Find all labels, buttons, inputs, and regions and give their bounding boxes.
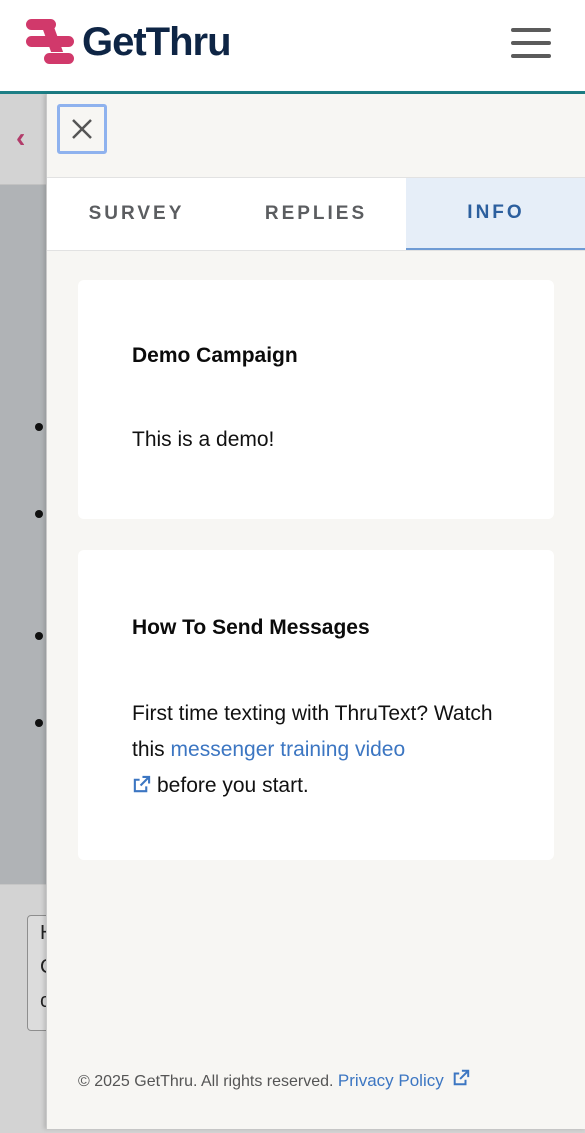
drawer-tabs: SURVEY REPLIES INFO [47,177,585,251]
list-bullet [35,719,43,727]
privacy-policy-link[interactable]: Privacy Policy [338,1071,444,1090]
getthru-logo[interactable]: GetThru [24,16,232,68]
info-drawer: SURVEY REPLIES INFO Demo Campaign This i… [46,94,585,1129]
card-title: How To Send Messages [132,616,370,639]
how-to-card: How To Send Messages First time texting … [78,550,554,860]
training-video-link[interactable]: messenger training video [171,738,406,761]
chevron-left-icon[interactable]: ‹ [16,124,25,152]
campaign-info-card: Demo Campaign This is a demo! [78,280,554,519]
app-header: GetThru [0,0,585,91]
card-title: Demo Campaign [132,344,298,367]
card-body: This is a demo! [132,428,275,451]
external-link-icon[interactable] [132,775,151,794]
getthru-logo-icon [26,19,74,64]
list-bullet [35,510,43,518]
hamburger-menu-icon[interactable] [511,28,551,58]
list-bullet [35,423,43,431]
card-body: First time texting with ThruText? Watch … [132,696,512,804]
tab-survey[interactable]: SURVEY [47,178,226,250]
card-body-text: before you start. [157,774,309,797]
tab-replies[interactable]: REPLIES [226,178,406,250]
close-icon [72,119,92,139]
list-bullet [35,632,43,640]
copyright-text: © 2025 GetThru. All rights reserved. [78,1073,334,1090]
logo-text: GetThru [82,20,232,64]
tab-info[interactable]: INFO [406,178,585,250]
close-button[interactable] [57,104,107,154]
footer: © 2025 GetThru. All rights reserved. Pri… [78,1069,476,1091]
external-link-icon[interactable] [452,1069,470,1087]
